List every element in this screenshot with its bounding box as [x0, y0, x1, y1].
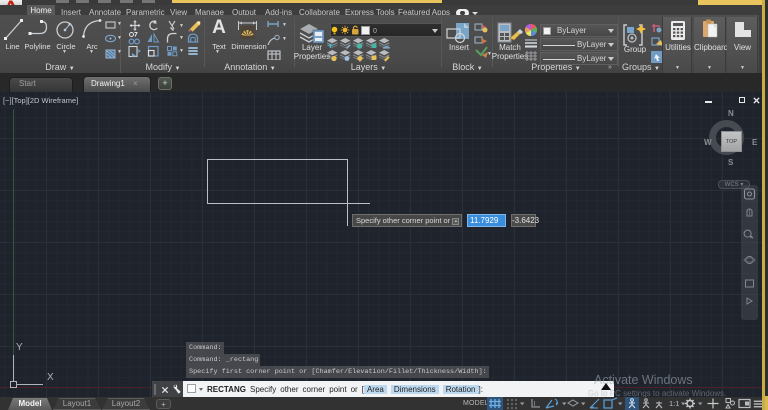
svg-text:1:1: 1:1 — [669, 399, 679, 408]
svg-text:0: 0 — [373, 28, 377, 35]
